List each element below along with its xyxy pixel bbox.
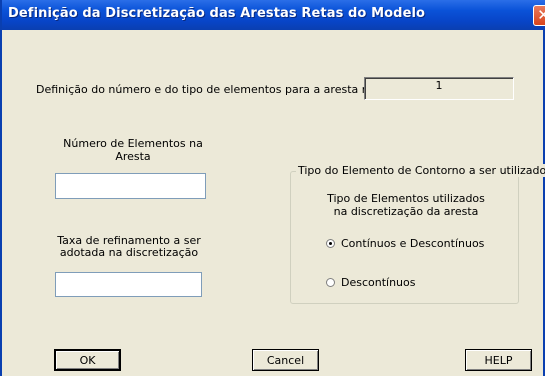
title-bar[interactable]: Definição da Discretização das Arestas R…	[2, 0, 545, 30]
window-title: Definição da Discretização das Arestas R…	[8, 6, 426, 21]
radio-discontinuous-label: Descontínuos	[341, 276, 416, 289]
radio-continuous-discontinuous[interactable]: Contínuos e Descontínuos	[326, 237, 484, 250]
help-button[interactable]: HELP	[465, 349, 532, 371]
close-button[interactable]: ✕	[533, 5, 545, 26]
contour-group-subtitle: Tipo de Elementos utilizados na discreti…	[327, 192, 485, 218]
refinement-rate-input[interactable]	[55, 272, 202, 297]
dialog-window: Definição da Discretização das Arestas R…	[0, 0, 545, 376]
close-icon: ✕	[537, 6, 545, 24]
radio-discontinuous[interactable]: Descontínuos	[326, 276, 416, 289]
elements-count-input[interactable]	[55, 173, 206, 199]
elements-count-label: Número de Elementos na Aresta	[63, 137, 203, 163]
radio-selected-icon[interactable]	[326, 239, 335, 248]
radio-unselected-icon[interactable]	[326, 278, 335, 287]
ok-button[interactable]: OK	[54, 349, 121, 371]
cancel-button[interactable]: Cancel	[252, 349, 319, 371]
contour-group-title: Tipo do Elemento de Contorno a ser utili…	[296, 164, 545, 177]
edge-number-readout: 1	[364, 77, 514, 100]
radio-continuous-discontinuous-label: Contínuos e Descontínuos	[341, 237, 485, 250]
refinement-rate-label: Taxa de refinamento a ser adotada na dis…	[57, 234, 201, 259]
